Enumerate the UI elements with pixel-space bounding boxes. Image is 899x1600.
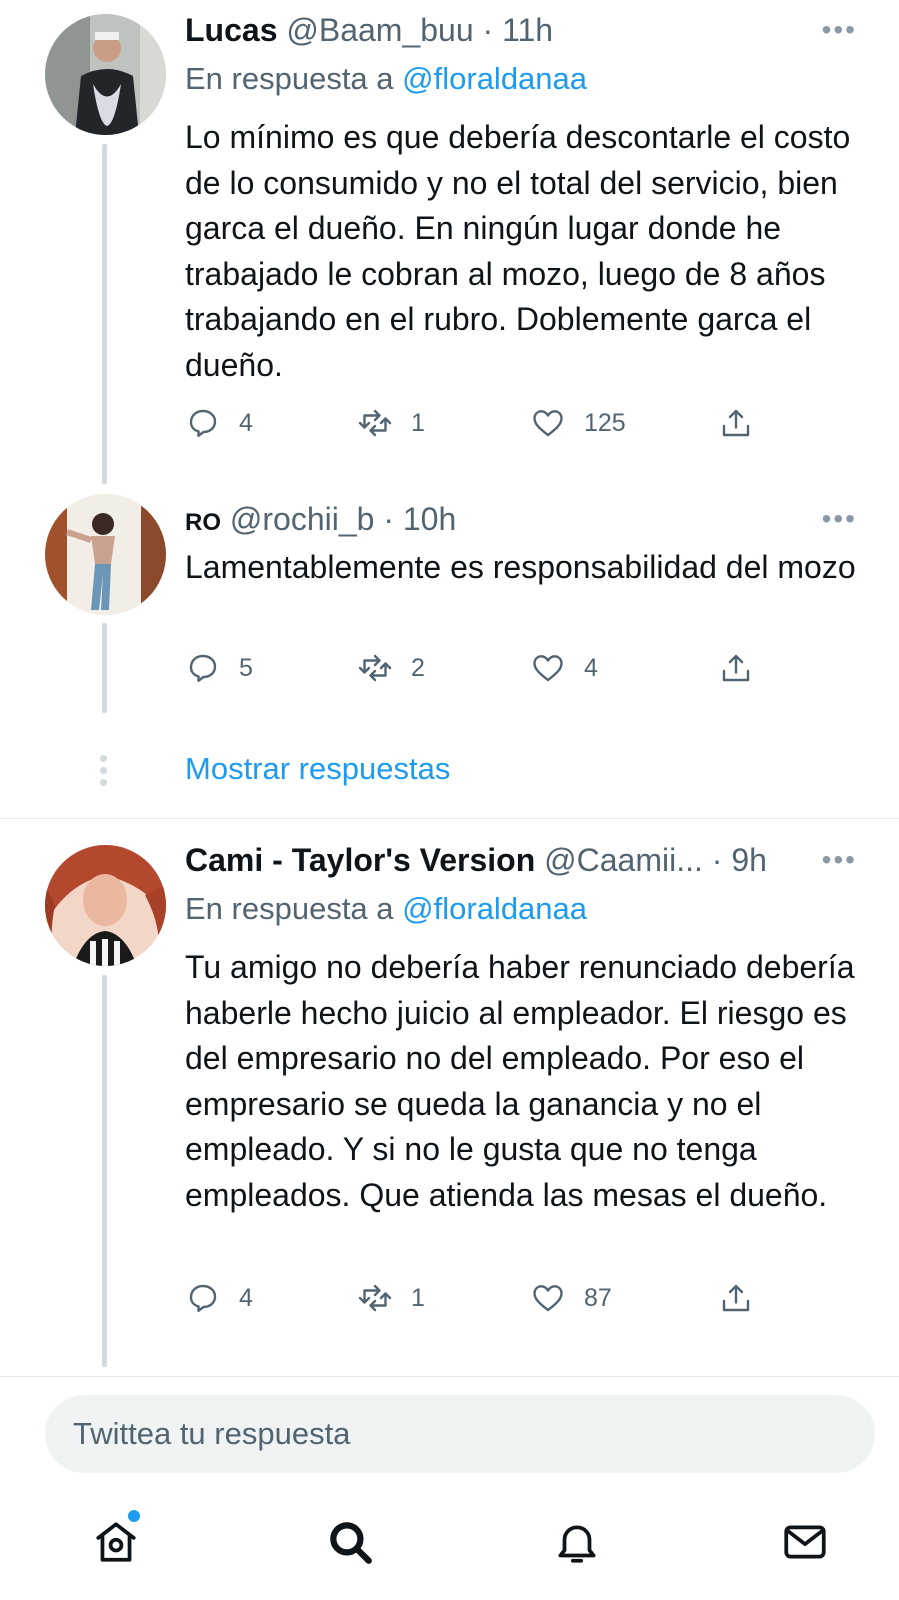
tweet-actions: 4 1 87 [185,1280,765,1324]
reply-count: 4 [239,1283,253,1312]
display-name[interactable]: Cami - Taylor's Version [185,842,535,878]
reply-count: 5 [239,653,253,682]
more-options-icon[interactable]: ••• [822,503,857,535]
tweet-text: Lo mínimo es que debería descontarle el … [185,119,851,383]
reply-button[interactable]: 5 [185,650,253,686]
tab-notifications[interactable] [547,1512,607,1572]
more-options-icon[interactable]: ••• [822,844,857,876]
retweet-icon [358,1284,392,1312]
avatar[interactable] [45,494,166,615]
tweet-actions: 5 2 4 [185,650,765,694]
retweet-count: 1 [411,408,425,437]
timestamp[interactable]: · 9h [712,842,767,878]
handle[interactable]: @rochii_b [230,501,375,537]
share-button[interactable] [718,1280,754,1316]
reply-icon [189,654,217,682]
unread-dot [128,1510,140,1522]
like-count: 87 [584,1283,612,1312]
tab-messages[interactable] [775,1512,835,1572]
show-replies-link[interactable]: Mostrar respuestas [185,751,450,787]
share-icon [722,409,750,437]
tweet-text: Tu amigo no debería haber renunciado deb… [185,949,855,1213]
tweet-text: Lamentablemente es responsabilidad del m… [185,549,856,585]
retweet-icon [358,409,392,437]
tab-search[interactable] [320,1512,380,1572]
heart-icon [533,1285,563,1312]
reply-icon [189,1284,217,1312]
handle[interactable]: @Caamii... [544,842,703,878]
like-button[interactable]: 87 [530,1280,612,1316]
more-options-icon[interactable]: ••• [822,14,857,46]
display-name[interactable]: RO [185,509,221,536]
heart-icon [533,655,563,682]
timestamp[interactable]: · 11h [483,12,554,48]
bottom-tab-bar [0,1490,899,1600]
tweet-header: Cami - Taylor's Version @Caamii... · 9h [185,840,859,880]
reply-composer[interactable] [45,1395,875,1473]
divider [0,818,899,819]
retweet-count: 2 [411,653,425,682]
avatar[interactable] [45,14,166,135]
retweet-icon [358,654,392,682]
mail-icon [784,1525,826,1559]
like-button[interactable]: 125 [530,405,626,441]
reply-input[interactable] [71,1415,835,1453]
share-icon [722,1284,750,1312]
reply-prefix: En respuesta a [185,891,394,926]
home-icon [96,1522,136,1562]
avatar[interactable] [45,845,166,966]
like-button[interactable]: 4 [530,650,598,686]
share-button[interactable] [718,405,754,441]
display-name[interactable]: Lucas [185,12,277,48]
retweet-button[interactable]: 1 [357,405,425,441]
thread-line [102,144,107,484]
tweet-actions: 4 1 125 [185,405,765,449]
bell-icon [558,1525,596,1563]
handle[interactable]: @Baam_buu [286,12,473,48]
reply-context: En respuesta a @floraldanaa [185,891,587,927]
reply-context: En respuesta a @floraldanaa [185,61,587,97]
search-icon [330,1522,372,1564]
reply-button[interactable]: 4 [185,1280,253,1316]
thread-line [102,975,107,1367]
reply-button[interactable]: 4 [185,405,253,441]
retweet-button[interactable]: 2 [357,650,425,686]
reply-prefix: En respuesta a [185,61,394,96]
like-count: 125 [584,408,626,437]
mention-link[interactable]: @floraldanaa [402,61,587,96]
tweet-header: Lucas @Baam_buu · 11h [185,10,859,50]
share-button[interactable] [718,650,754,686]
thread-dots [100,755,108,791]
thread-line [102,623,107,713]
retweet-button[interactable]: 1 [357,1280,425,1316]
like-count: 4 [584,653,598,682]
composer-divider [0,1376,899,1377]
tweet-header: RO @rochii_b · 10h [185,499,859,543]
share-icon [722,654,750,682]
heart-icon [533,410,563,437]
retweet-count: 1 [411,1283,425,1312]
reply-icon [189,409,217,437]
reply-count: 4 [239,408,253,437]
mention-link[interactable]: @floraldanaa [402,891,587,926]
timestamp[interactable]: · 10h [383,501,456,537]
